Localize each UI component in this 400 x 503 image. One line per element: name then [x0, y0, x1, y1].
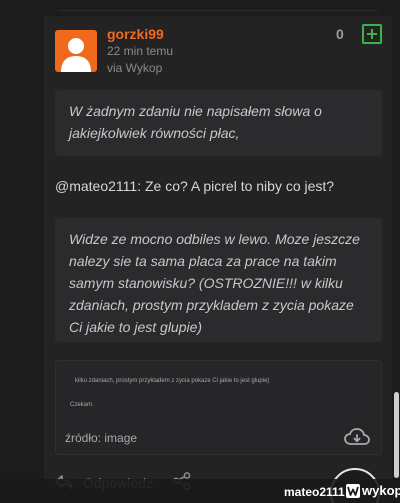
user-mention-link[interactable]: @mateo2111 — [55, 178, 137, 194]
image-source-label: źródło: image — [65, 431, 138, 445]
watermark-user: mateo2111 — [284, 485, 345, 499]
embedded-image-text: Czekam. — [70, 402, 94, 408]
cloud-download-icon[interactable] — [344, 427, 370, 447]
upvote-plus-icon[interactable] — [362, 24, 382, 44]
quote-text: W żadnym zdaniu nie napisałem słowa o ja… — [69, 103, 322, 141]
quote-block: Widze ze mocno odbiles w lewo. Moze jesz… — [55, 218, 382, 342]
comment-text: @mateo2111: Ze co? A picrel to niby co j… — [55, 178, 334, 194]
wykop-logo-text: wykop.pl — [362, 483, 400, 498]
vote-count: 0 — [336, 26, 344, 42]
quote-block: W żadnym zdaniu nie napisałem słowa o ja… — [55, 90, 382, 156]
post-time[interactable]: 22 min temu — [107, 44, 173, 58]
wykop-w-icon — [346, 483, 360, 498]
user-silhouette-icon — [61, 38, 91, 72]
scrollbar-thumb[interactable] — [394, 392, 399, 478]
wykop-logo: wykop.pl — [346, 483, 400, 498]
watermark-username: mateo2111 z — [284, 485, 354, 499]
quote-text: Widze ze mocno odbiles w lewo. Moze jesz… — [69, 231, 360, 335]
comment-text-body: : Ze co? A picrel to niby co jest? — [137, 178, 335, 194]
avatar[interactable] — [55, 30, 97, 72]
author-name[interactable]: gorzki99 — [107, 26, 164, 42]
embedded-image-text: kilku zdaniach, prostym przykladem z zyc… — [75, 378, 270, 384]
post-source-app: via Wykop — [107, 61, 163, 75]
divider-line — [58, 10, 378, 11]
